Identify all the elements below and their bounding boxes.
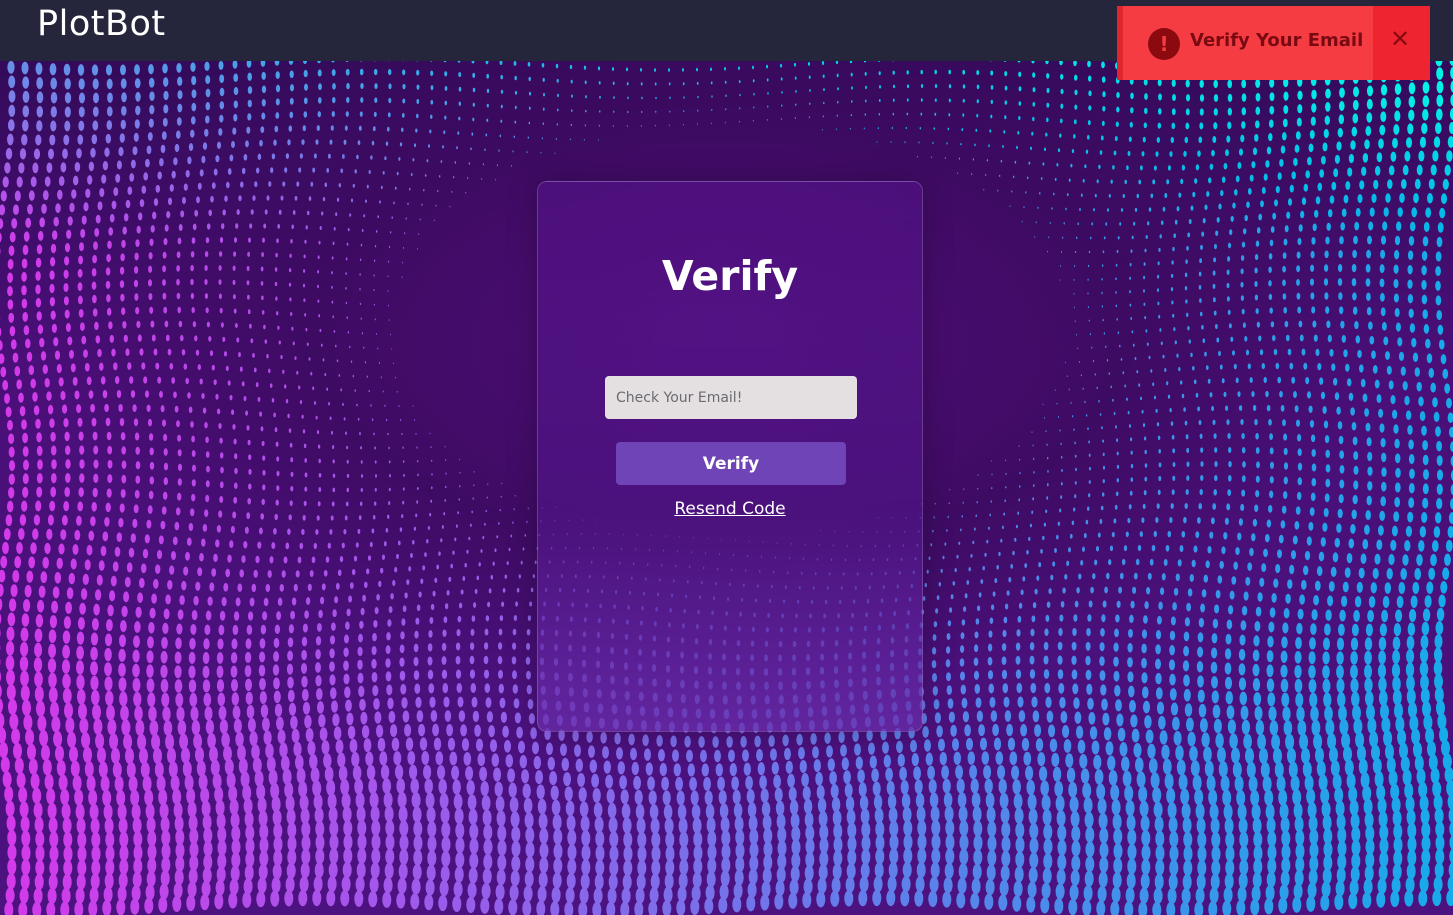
exclamation-circle-icon: ! xyxy=(1148,28,1180,60)
resend-code-link[interactable]: Resend Code xyxy=(538,499,922,519)
verify-card: Verify Verify Resend Code xyxy=(537,181,923,732)
page-title: Verify xyxy=(661,252,799,300)
toast-close-area[interactable]: ✕ xyxy=(1373,6,1430,80)
brand-logo[interactable]: PlotBot xyxy=(37,4,166,44)
verification-code-input[interactable] xyxy=(605,376,857,419)
close-icon[interactable]: ✕ xyxy=(1390,27,1410,51)
error-toast: ! Verify Your Email ✕ xyxy=(1117,6,1430,80)
toast-message: Verify Your Email xyxy=(1190,30,1364,51)
verify-button[interactable]: Verify xyxy=(616,442,846,485)
